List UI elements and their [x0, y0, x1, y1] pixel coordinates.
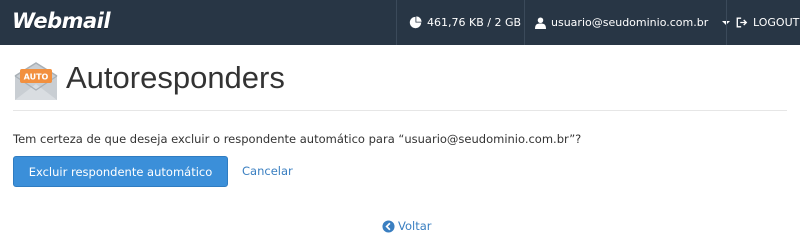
envelope-icon: AUTO — [14, 62, 58, 100]
page-title: Autoresponders — [66, 60, 285, 95]
quota-text: 461,76 KB / 2 GB — [427, 16, 522, 29]
confirmation-message: Tem certeza de que deseja excluir o resp… — [13, 132, 582, 146]
logout-icon — [736, 17, 748, 28]
user-icon — [535, 17, 546, 29]
user-email: usuario@seudominio.com.br — [551, 16, 709, 29]
logout-button[interactable]: LOGOUT — [726, 0, 800, 45]
back-link[interactable]: Voltar — [382, 219, 432, 233]
arrow-left-circle-icon — [382, 219, 395, 233]
user-menu[interactable]: usuario@seudominio.com.br — [524, 0, 731, 45]
top-navbar: Webmail 461,76 KB / 2 GB usuario@seudomi… — [0, 0, 800, 45]
back-label: Voltar — [398, 219, 432, 233]
logout-label: LOGOUT — [753, 16, 800, 29]
pie-chart-icon — [409, 16, 422, 29]
icon-auto-label: AUTO — [24, 73, 49, 82]
delete-autoresponder-button[interactable]: Excluir respondente automático — [13, 156, 228, 187]
page-header: AUTO Autoresponders — [13, 56, 787, 111]
webmail-logo[interactable]: Webmail — [12, 9, 111, 33]
disk-quota[interactable]: 461,76 KB / 2 GB — [396, 0, 524, 45]
cancel-link[interactable]: Cancelar — [242, 164, 293, 178]
